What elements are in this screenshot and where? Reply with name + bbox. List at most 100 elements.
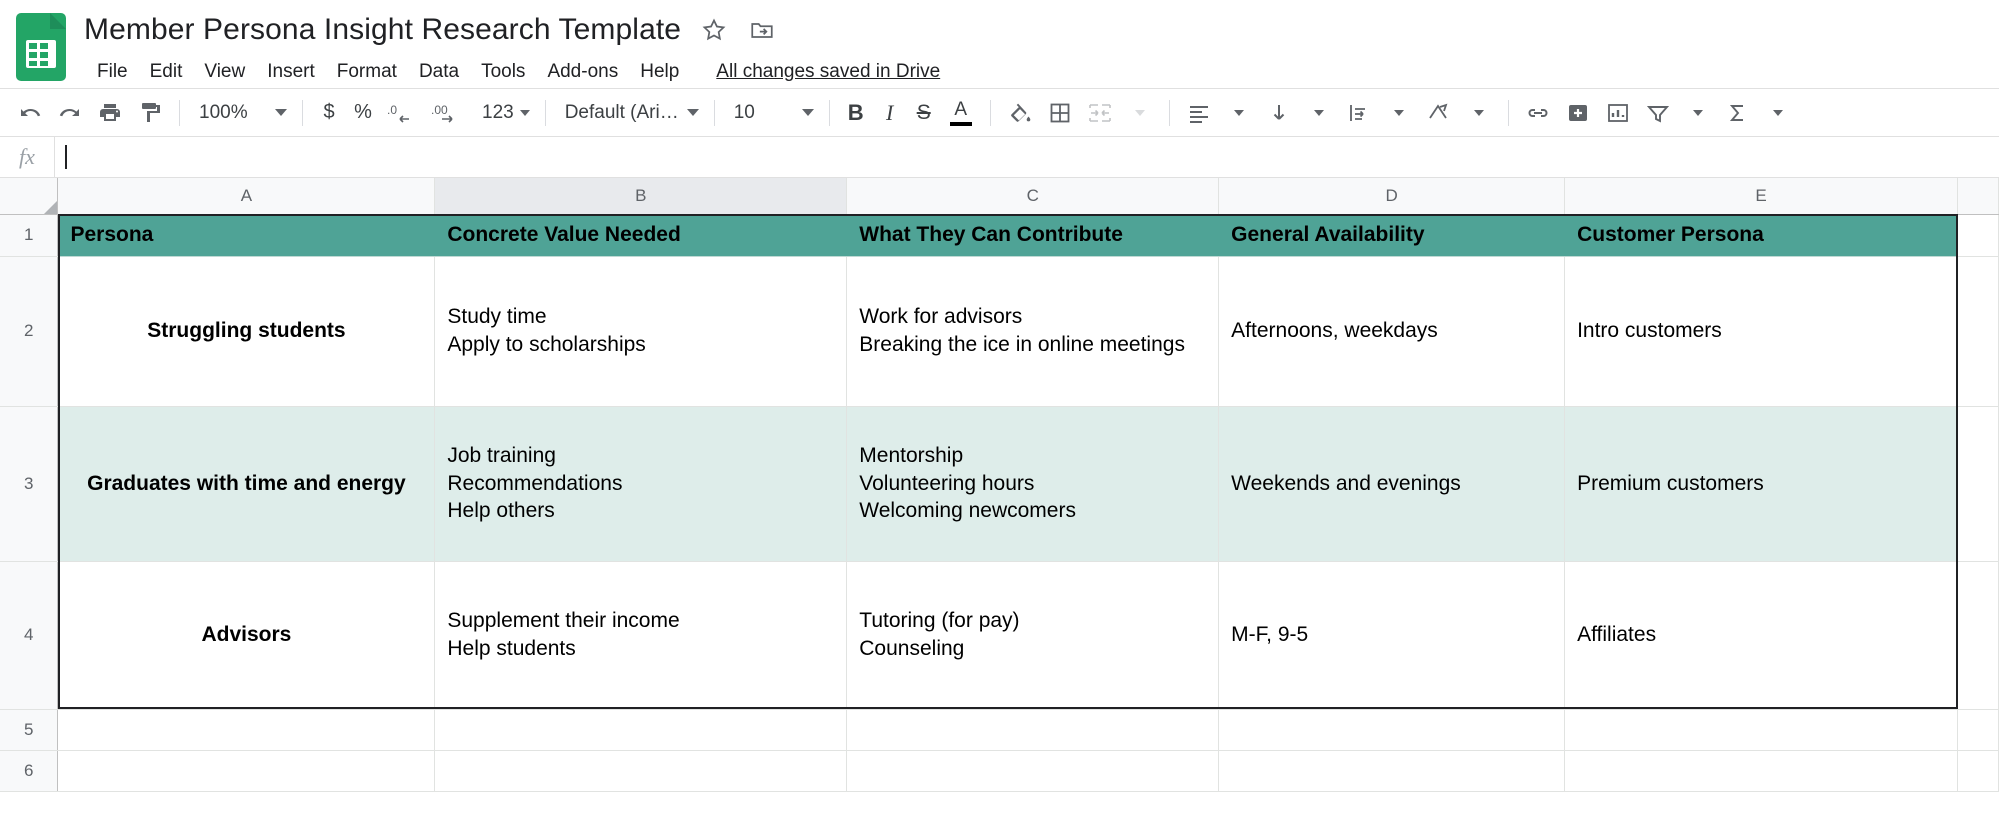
cell-f4[interactable] [1957, 561, 1998, 709]
cell-c1[interactable]: What They Can Contribute [847, 214, 1219, 256]
row-header-3[interactable]: 3 [0, 406, 58, 561]
cell-f1[interactable] [1957, 214, 1998, 256]
column-header-f[interactable] [1957, 178, 1998, 214]
filter-icon[interactable] [1638, 93, 1678, 133]
cell-b6[interactable] [435, 750, 847, 791]
decrease-decimal-button[interactable]: .0 [380, 93, 424, 133]
print-icon[interactable] [90, 93, 130, 133]
cell-a1[interactable]: Persona [58, 214, 435, 256]
cell-b3[interactable]: Job training Recommendations Help others [435, 406, 847, 561]
cell-a3[interactable]: Graduates with time and energy [58, 406, 435, 561]
row-header-2[interactable]: 2 [0, 256, 58, 406]
cell-b4[interactable]: Supplement their income Help students [435, 561, 847, 709]
cell-e2[interactable]: Intro customers [1565, 256, 1958, 406]
filter-chevron-down-icon[interactable] [1678, 93, 1718, 133]
cell-e1[interactable]: Customer Persona [1565, 214, 1958, 256]
cell-f3[interactable] [1957, 406, 1998, 561]
text-rotation-icon[interactable] [1419, 93, 1459, 133]
cell-e4[interactable]: Affiliates [1565, 561, 1958, 709]
percent-format-button[interactable]: % [346, 93, 380, 133]
currency-format-button[interactable]: $ [312, 93, 346, 133]
cell-d5[interactable] [1219, 709, 1565, 750]
cell-e5[interactable] [1565, 709, 1958, 750]
increase-decimal-button[interactable]: .00 [424, 93, 472, 133]
cell-b1[interactable]: Concrete Value Needed [435, 214, 847, 256]
star-icon[interactable] [699, 15, 729, 45]
select-all-corner[interactable] [0, 178, 58, 214]
text-rotation-chevron-down-icon[interactable] [1459, 93, 1499, 133]
insert-comment-icon[interactable] [1558, 93, 1598, 133]
cell-a2[interactable]: Struggling students [58, 256, 435, 406]
menu-item-help[interactable]: Help [629, 57, 690, 87]
merge-cells-chevron-down-icon[interactable] [1120, 93, 1160, 133]
menu-item-file[interactable]: File [86, 57, 139, 87]
cell-c4[interactable]: Tutoring (for pay) Counseling [847, 561, 1219, 709]
menu-item-edit[interactable]: Edit [139, 57, 194, 87]
cell-a5[interactable] [58, 709, 435, 750]
cell-f5[interactable] [1957, 709, 1998, 750]
sum-chevron-down-icon[interactable] [1758, 93, 1798, 133]
formula-input[interactable] [54, 137, 1999, 177]
row-header-6[interactable]: 6 [0, 750, 58, 791]
row-header-4[interactable]: 4 [0, 561, 58, 709]
row-header-5[interactable]: 5 [0, 709, 58, 750]
cell-c6[interactable] [847, 750, 1219, 791]
move-to-folder-icon[interactable] [747, 15, 777, 45]
cell-b2[interactable]: Study time Apply to scholarships [435, 256, 847, 406]
font-family-selector[interactable]: Default (Ari… [555, 94, 705, 132]
horizontal-align-chevron-down-icon[interactable] [1219, 93, 1259, 133]
paint-format-icon[interactable] [130, 93, 170, 133]
column-header-a[interactable]: A [58, 178, 435, 214]
spreadsheet-grid[interactable]: A B C D E 1 Persona Concrete Value Neede… [0, 178, 1999, 816]
menu-item-addons[interactable]: Add-ons [536, 57, 629, 87]
insert-chart-icon[interactable] [1598, 93, 1638, 133]
strikethrough-button[interactable]: S [907, 93, 941, 133]
cell-b5[interactable] [435, 709, 847, 750]
menu-item-data[interactable]: Data [408, 57, 470, 87]
sheets-logo-icon[interactable] [14, 12, 68, 82]
cell-d2[interactable]: Afternoons, weekdays [1219, 256, 1565, 406]
horizontal-align-icon[interactable] [1179, 93, 1219, 133]
menu-item-insert[interactable]: Insert [256, 57, 326, 87]
borders-icon[interactable] [1040, 93, 1080, 133]
bold-button[interactable]: B [839, 93, 873, 133]
sum-icon[interactable] [1718, 93, 1758, 133]
menu-item-format[interactable]: Format [326, 57, 408, 87]
italic-button[interactable]: I [873, 93, 907, 133]
save-status-link[interactable]: All changes saved in Drive [716, 61, 940, 83]
menu-item-view[interactable]: View [193, 57, 256, 87]
cell-a4[interactable]: Advisors [58, 561, 435, 709]
cell-c5[interactable] [847, 709, 1219, 750]
cell-e3[interactable]: Premium customers [1565, 406, 1958, 561]
fill-color-icon[interactable] [1000, 93, 1040, 133]
cell-d6[interactable] [1219, 750, 1565, 791]
cell-d3[interactable]: Weekends and evenings [1219, 406, 1565, 561]
cell-e6[interactable] [1565, 750, 1958, 791]
vertical-align-chevron-down-icon[interactable] [1299, 93, 1339, 133]
font-size-selector[interactable]: 10 [724, 94, 820, 132]
text-wrap-icon[interactable] [1339, 93, 1379, 133]
cell-c2[interactable]: Work for advisors Breaking the ice in on… [847, 256, 1219, 406]
row-header-1[interactable]: 1 [0, 214, 58, 256]
column-header-d[interactable]: D [1219, 178, 1565, 214]
page-title[interactable]: Member Persona Insight Research Template [84, 13, 681, 47]
merge-cells-icon[interactable] [1080, 93, 1120, 133]
column-header-e[interactable]: E [1565, 178, 1958, 214]
cell-c3[interactable]: Mentorship Volunteering hours Welcoming … [847, 406, 1219, 561]
number-format-selector[interactable]: 123 [472, 94, 536, 132]
insert-link-icon[interactable] [1518, 93, 1558, 133]
undo-icon[interactable] [10, 93, 50, 133]
text-wrap-chevron-down-icon[interactable] [1379, 93, 1419, 133]
cell-d1[interactable]: General Availability [1219, 214, 1565, 256]
menu-item-tools[interactable]: Tools [470, 57, 536, 87]
column-header-b[interactable]: B [435, 178, 847, 214]
vertical-align-icon[interactable] [1259, 93, 1299, 133]
cell-f2[interactable] [1957, 256, 1998, 406]
cell-d4[interactable]: M-F, 9-5 [1219, 561, 1565, 709]
text-color-button[interactable]: A [941, 93, 981, 133]
column-header-c[interactable]: C [847, 178, 1219, 214]
zoom-selector[interactable]: 100% [189, 94, 293, 132]
cell-a6[interactable] [58, 750, 435, 791]
cell-f6[interactable] [1957, 750, 1998, 791]
redo-icon[interactable] [50, 93, 90, 133]
